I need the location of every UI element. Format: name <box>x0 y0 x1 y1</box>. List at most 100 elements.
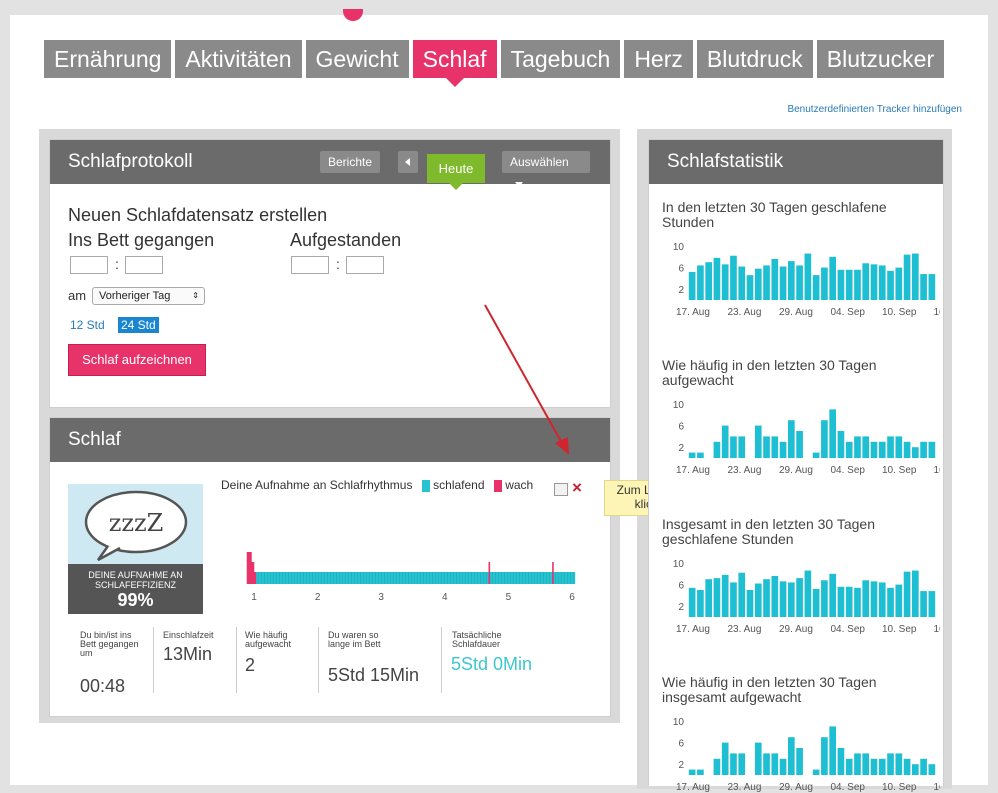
bed-hour-input[interactable] <box>70 256 108 274</box>
bar <box>845 758 853 775</box>
x-tick-label: 17. Aug <box>676 465 710 476</box>
tab-blutdruck[interactable]: Blutdruck <box>696 40 813 78</box>
sleep-log-title: Schlafprotokoll <box>68 151 193 172</box>
efficiency-label: DEINE AUFNAHME AN SCHLAFEFFIZIENZ <box>88 570 183 590</box>
bar <box>829 573 836 617</box>
delete-icon[interactable]: × <box>572 478 582 498</box>
bar <box>721 264 729 300</box>
bar <box>829 256 836 300</box>
legend-awake: wach <box>505 478 534 492</box>
x-tick-label: 16. Sep <box>934 624 941 635</box>
bar <box>730 255 737 300</box>
main-nav: Ernährung Aktivitäten Gewicht Schlaf Tag… <box>44 40 945 87</box>
wake-minute-input[interactable] <box>346 256 384 274</box>
select-dropdown[interactable]: Auswählen <box>502 151 590 188</box>
rhythm-x-tick: 1 <box>251 592 257 603</box>
brand-dot <box>343 9 363 21</box>
tab-aktivitaeten[interactable]: Aktivitäten <box>175 40 302 78</box>
awake-mark <box>488 562 491 584</box>
stat-in-bed-label: Du waren so lange im Bett <box>328 630 381 649</box>
bar <box>837 431 845 458</box>
bar <box>870 758 878 775</box>
x-tick-label: 04. Sep <box>831 307 866 318</box>
tab-gewicht[interactable]: Gewicht <box>305 40 409 78</box>
x-tick-label: 04. Sep <box>831 465 866 476</box>
chevron-left-icon <box>405 158 410 166</box>
bar <box>903 758 911 775</box>
bed-time-label: Ins Bett gegangen <box>68 230 215 250</box>
tab-blutzucker[interactable]: Blutzucker <box>816 40 945 78</box>
stat-divider <box>153 627 154 693</box>
record-sleep-button[interactable]: Schlaf aufzeichnen <box>68 344 206 376</box>
prev-day-button[interactable] <box>398 151 418 173</box>
bar <box>903 441 911 458</box>
bar <box>928 274 936 300</box>
rhythm-x-tick: 3 <box>378 592 384 603</box>
bar <box>912 447 919 458</box>
tab-tagebuch[interactable]: Tagebuch <box>500 40 621 78</box>
bar <box>754 583 762 617</box>
today-button[interactable]: Heute <box>427 154 485 190</box>
rhythm-x-tick: 2 <box>315 592 321 603</box>
reports-button[interactable]: Berichte <box>320 151 381 173</box>
bar <box>688 769 696 775</box>
bed-minute-input[interactable] <box>125 256 163 274</box>
rhythm-x-tick: 4 <box>442 592 448 603</box>
x-tick-label: 23. Aug <box>728 624 762 635</box>
x-tick-label: 10. Sep <box>882 307 917 318</box>
bar <box>730 753 737 775</box>
y-tick-label: 2 <box>678 285 684 296</box>
format-24h-toggle[interactable]: 24 Std <box>118 317 159 333</box>
efficiency-band: DEINE AUFNAHME AN SCHLAFEFFIZIENZ 99% <box>68 564 203 614</box>
bar <box>845 269 853 300</box>
awake-mark <box>552 562 554 584</box>
tab-ernaehrung[interactable]: Ernährung <box>44 40 172 78</box>
bar <box>829 726 836 775</box>
x-tick-label: 29. Aug <box>779 307 813 318</box>
x-tick-label: 04. Sep <box>831 624 866 635</box>
y-tick-label: 2 <box>678 760 684 771</box>
x-tick-label: 23. Aug <box>728 782 762 793</box>
bar <box>912 764 919 775</box>
x-tick-label: 10. Sep <box>882 624 917 635</box>
y-tick-label: 10 <box>673 559 685 570</box>
format-12h-toggle[interactable]: 12 Std <box>70 318 105 332</box>
stat-actual-value: 5Std 0Min <box>451 654 533 674</box>
bar <box>746 590 754 617</box>
x-tick-label: 16. Sep <box>934 465 941 476</box>
bar <box>730 582 737 617</box>
bar <box>854 587 861 617</box>
bar <box>862 436 870 458</box>
stat-in-bed-value: 5Std 15Min <box>328 665 420 685</box>
custom-tracker-link[interactable]: Benutzerdefinierten Tracker hinzufügen <box>787 104 962 115</box>
stat-divider <box>441 627 442 693</box>
chart-title-wakeups: Wie häufig in den letzten 30 Tagen aufge… <box>662 357 877 388</box>
y-tick-label: 6 <box>678 422 684 433</box>
bar <box>895 267 903 300</box>
bar <box>688 587 696 617</box>
y-tick-label: 6 <box>678 581 684 592</box>
tab-schlaf[interactable]: Schlaf <box>412 40 497 87</box>
stats-title: Schlafstatistik <box>667 151 784 172</box>
bar <box>928 591 936 617</box>
bar <box>721 425 729 458</box>
bar <box>697 265 704 300</box>
tab-herz[interactable]: Herz <box>624 40 693 78</box>
day-select[interactable]: Vorheriger Tag ⇕ <box>92 287 205 305</box>
stat-fall-asleep-value: 13Min <box>163 644 213 664</box>
bar <box>697 769 704 775</box>
bar <box>713 441 721 458</box>
updown-icon: ⇕ <box>192 291 199 300</box>
bar <box>779 581 787 617</box>
bar <box>928 441 936 458</box>
bar <box>903 571 911 617</box>
bar <box>721 742 729 775</box>
x-tick-label: 17. Aug <box>676 624 710 635</box>
y-tick-label: 6 <box>678 739 684 750</box>
bar <box>738 266 746 300</box>
bar <box>920 591 927 617</box>
wake-hour-input[interactable] <box>291 256 329 274</box>
bar <box>928 764 936 775</box>
edit-icon[interactable] <box>554 483 568 496</box>
efficiency-card: zzzZ DEINE AUFNAHME AN SCHLAFEFFIZIENZ 9… <box>68 484 203 614</box>
